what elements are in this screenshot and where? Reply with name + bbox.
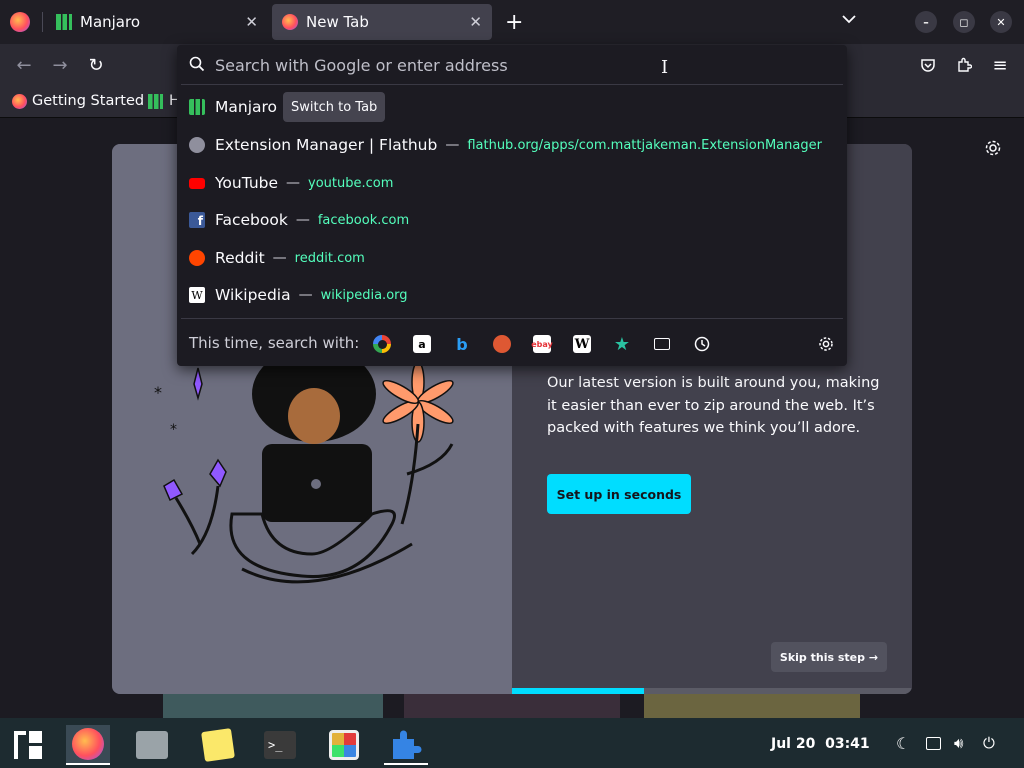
top-site-tile[interactable] [163, 690, 383, 718]
switch-to-tab-badge: Switch to Tab [283, 92, 386, 122]
setup-button[interactable]: Set up in seconds [547, 474, 691, 514]
minimize-icon[interactable]: – [915, 11, 937, 33]
clock-time: 03:41 [825, 736, 870, 752]
file-manager-icon[interactable] [130, 725, 174, 765]
divider [181, 318, 843, 319]
extension-manager-icon[interactable] [384, 725, 428, 765]
power-icon[interactable]: ⏻ [983, 734, 995, 752]
bing-icon[interactable]: b [453, 335, 471, 354]
facebook-icon: f [189, 212, 205, 228]
suggestion-title: Extension Manager | Flathub [215, 136, 438, 154]
top-site-tile[interactable] [644, 690, 860, 718]
separator-dash: — [295, 212, 310, 228]
url-search-input[interactable] [215, 53, 655, 77]
svg-text:*: * [170, 422, 177, 438]
network-icon[interactable] [926, 737, 941, 750]
clock-date: Jul 20 [771, 736, 816, 752]
progress-fill [512, 688, 644, 694]
extensions-icon[interactable] [950, 51, 978, 79]
search-settings-gear-icon[interactable] [817, 335, 835, 353]
duckduckgo-icon[interactable] [493, 335, 511, 353]
amazon-icon[interactable]: a [413, 335, 431, 353]
suggestion-row[interactable]: Manjaro [181, 89, 843, 125]
suggestion-title: YouTube [215, 174, 279, 192]
bookmarks-star-icon[interactable]: ★ [613, 334, 631, 355]
close-tab-icon[interactable]: ✕ [245, 13, 258, 31]
person-with-laptop-illustration: * * [154, 364, 454, 584]
tab-new-tab[interactable]: New Tab ✕ [272, 4, 492, 40]
forward-icon[interactable]: → [46, 51, 74, 79]
suggestion-row[interactable]: Reddit — reddit.com [181, 240, 843, 276]
skip-step-button[interactable]: Skip this step → [771, 642, 887, 672]
app-menu-icon[interactable]: ≡ [986, 51, 1014, 79]
manjaro-menu-icon[interactable] [6, 725, 50, 765]
suggestion-row[interactable]: Extension Manager | Flathub — flathub.or… [181, 127, 843, 163]
separator-dash: — [272, 250, 287, 266]
search-icon [189, 56, 205, 76]
tab-label: Manjaro [80, 13, 141, 31]
close-window-icon[interactable]: ✕ [990, 11, 1012, 33]
text-cursor-icon: I [661, 57, 669, 78]
suggestion-url: youtube.com [308, 175, 394, 191]
separator-dash: — [445, 137, 460, 153]
firefox-taskbar-icon[interactable] [66, 725, 110, 765]
reddit-icon [189, 250, 205, 266]
separator-dash: — [286, 175, 301, 191]
urlbar-dropdown: I Manjaro Switch to Tab Extension Manage… [177, 45, 847, 366]
suggestion-url: facebook.com [317, 212, 410, 228]
software-store-icon[interactable] [322, 725, 366, 765]
suggestion-row[interactable]: W Wikipedia — wikipedia.org [181, 277, 843, 313]
manjaro-icon [189, 99, 205, 115]
maximize-icon[interactable]: ◻ [953, 11, 975, 33]
svg-text:*: * [154, 383, 162, 402]
top-site-tile[interactable] [404, 690, 620, 718]
bookmark-getting-started[interactable]: Getting Started [12, 90, 144, 112]
google-icon[interactable] [373, 335, 391, 353]
bookmark-label: Getting Started [32, 93, 145, 109]
personalize-gear-icon[interactable] [984, 139, 1002, 161]
wikipedia-icon: W [189, 287, 205, 303]
wikipedia-icon[interactable]: W [573, 335, 591, 353]
onboarding-description: Our latest version is built around you, … [547, 375, 880, 436]
search-with-label: This time, search with: [189, 334, 360, 352]
suggestion-url: reddit.com [294, 250, 365, 266]
suggestion-row[interactable]: YouTube — youtube.com [181, 165, 843, 201]
tab-divider [42, 12, 43, 32]
reload-icon[interactable]: ↻ [82, 51, 110, 79]
suggestion-row[interactable]: f Facebook — facebook.com [181, 202, 843, 238]
clock[interactable]: Jul 20 03:41 [771, 736, 870, 752]
bookmark-manjaro[interactable]: H [148, 90, 180, 112]
divider [181, 84, 843, 85]
terminal-icon[interactable]: >_ [258, 725, 302, 765]
close-tab-icon[interactable]: ✕ [469, 13, 482, 31]
list-all-tabs-icon[interactable] [842, 12, 856, 28]
ebay-icon[interactable]: ebay [531, 335, 553, 353]
suggestion-url: flathub.org/apps/com.mattjakeman.Extensi… [467, 137, 822, 153]
suggestion-title: Facebook [215, 211, 288, 229]
new-tab-button[interactable]: + [505, 10, 523, 35]
suggestion-url: wikipedia.org [320, 287, 408, 303]
firefox-menu-icon[interactable] [10, 12, 30, 32]
firefox-icon [12, 93, 27, 109]
text-editor-icon[interactable] [196, 725, 240, 765]
pocket-icon[interactable] [914, 51, 942, 79]
history-icon[interactable] [693, 335, 711, 353]
back-icon[interactable]: ← [10, 51, 38, 79]
manjaro-icon [148, 93, 163, 109]
tab-manjaro[interactable]: Manjaro ✕ [46, 4, 268, 40]
manjaro-icon [56, 14, 72, 30]
tabs-icon[interactable] [653, 335, 671, 353]
night-mode-icon[interactable]: ☾ [896, 734, 910, 753]
suggestion-title: Wikipedia [215, 286, 291, 304]
separator-dash: — [298, 287, 313, 303]
suggestion-title: Manjaro [215, 98, 278, 116]
suggestion-title: Reddit [215, 249, 265, 267]
volume-icon[interactable]: 🔊︎ [954, 734, 963, 752]
firefox-icon [282, 14, 298, 30]
youtube-icon [189, 177, 205, 189]
tab-label: New Tab [306, 13, 369, 31]
flathub-icon [189, 137, 205, 153]
